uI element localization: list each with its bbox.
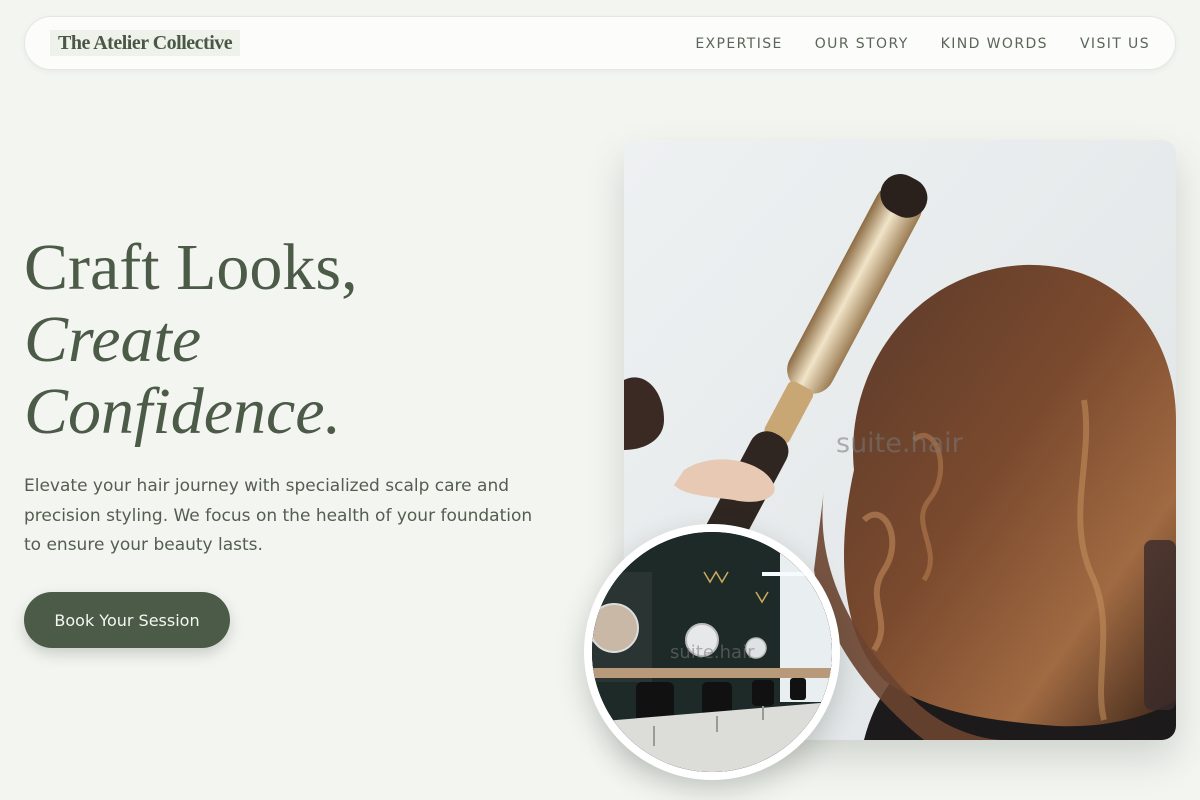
hero-headline: Craft Looks, Create Confidence. — [24, 232, 358, 448]
brand-logo[interactable]: The Atelier Collective — [50, 30, 241, 56]
headline-line-3: Confidence. — [24, 375, 342, 448]
top-navigation-bar: The Atelier Collective EXPERTISE OUR STO… — [24, 16, 1176, 70]
headline-line-1: Craft Looks, — [24, 231, 358, 304]
hero-description: Elevate your hair journey with specializ… — [24, 476, 533, 555]
nav-link-visit-us[interactable]: VISIT US — [1080, 36, 1150, 52]
headline-line-2: Create — [24, 303, 202, 376]
salon-interior-illustration — [592, 532, 832, 772]
nav-link-our-story[interactable]: OUR STORY — [815, 36, 909, 52]
nav-links: EXPERTISE OUR STORY KIND WORDS VISIT US — [695, 17, 1150, 71]
nav-link-kind-words[interactable]: KIND WORDS — [941, 36, 1048, 52]
salon-interior-photo: suite.hair — [584, 524, 840, 780]
nav-link-expertise[interactable]: EXPERTISE — [695, 36, 782, 52]
book-session-button[interactable]: Book Your Session — [24, 592, 230, 648]
